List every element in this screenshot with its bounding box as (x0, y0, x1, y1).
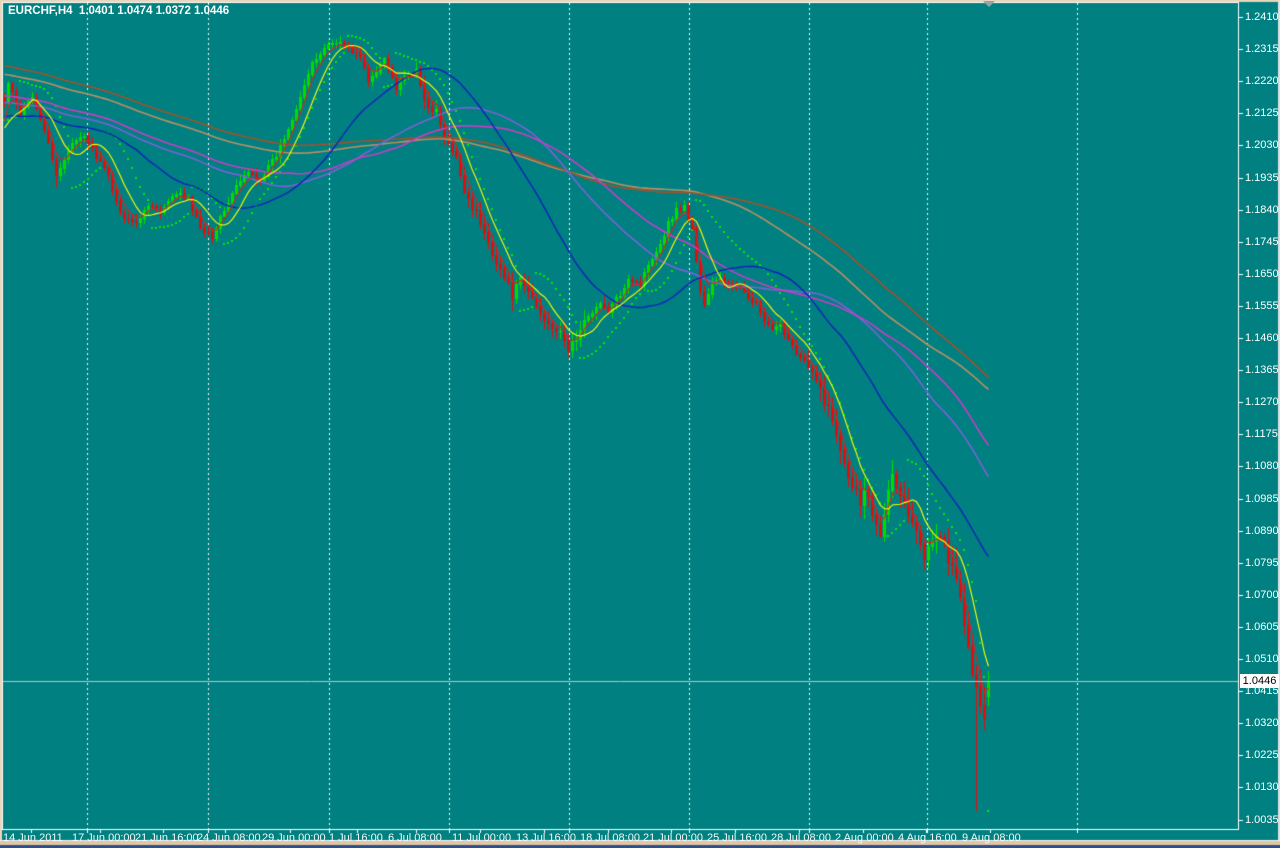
price-axis-label: 1.0795 (1245, 556, 1279, 569)
price-axis-label: 1.2315 (1245, 43, 1279, 56)
price-axis-label: 1.1365 (1245, 364, 1279, 377)
price-axis-label: 1.2030 (1245, 139, 1279, 152)
price-axis-label: 1.0510 (1245, 653, 1279, 665)
chart-title-ohlc: EURCHF,H4 1.0401 1.0474 1.0372 1.0446 (8, 5, 230, 17)
mt4-chart-window: EURCHF,H4 1.0401 1.0474 1.0372 1.0446 1.… (0, 0, 1280, 848)
price-axis-label: 1.0985 (1245, 492, 1279, 505)
time-axis-label: 21 Jun 16:00 (135, 832, 199, 844)
time-axis-label: 1 Jul 16:00 (329, 832, 383, 844)
current-price-tag: 1.0446 (1240, 673, 1279, 688)
time-axis-label: 2 Aug 00:00 (835, 832, 894, 844)
time-axis-label: 4 Aug 16:00 (898, 832, 957, 844)
time-axis-label: 13 Jul 16:00 (516, 832, 576, 844)
price-axis-label: 1.0035 (1245, 813, 1279, 826)
time-axis-label: 29 Jun 00:00 (262, 832, 326, 844)
price-axis-label: 1.1080 (1245, 460, 1279, 473)
price-chart-canvas[interactable] (0, 0, 1280, 848)
time-axis-label: 21 Jul 00:00 (643, 832, 703, 844)
price-axis-label: 1.2220 (1245, 75, 1279, 88)
price-axis-label: 1.1745 (1245, 235, 1279, 248)
price-axis-label: 1.1175 (1245, 428, 1278, 441)
time-axis-label: 9 Aug 08:00 (962, 832, 1021, 844)
time-axis-label: 14 Jun 2011 (3, 832, 63, 844)
time-axis-label: 6 Jul 08:00 (388, 832, 442, 844)
price-axis-label: 1.0890 (1245, 524, 1279, 537)
time-axis-label: 28 Jul 08:00 (771, 832, 831, 844)
price-axis-label: 1.2410 (1245, 11, 1279, 23)
price-axis-label: 1.1935 (1245, 171, 1279, 184)
price-axis[interactable] (1238, 0, 1280, 830)
price-axis-label: 1.1840 (1245, 203, 1279, 216)
price-axis-label: 1.2125 (1245, 107, 1279, 120)
time-axis-label: 25 Jul 16:00 (707, 832, 767, 844)
price-axis-label: 1.0320 (1245, 717, 1279, 730)
price-axis-label: 1.1270 (1245, 396, 1279, 409)
time-axis-label: 24 Jun 08:00 (197, 832, 261, 844)
price-axis-label: 1.1650 (1245, 267, 1279, 280)
chart-shift-arrow-icon[interactable] (983, 1, 995, 7)
price-axis-label: 1.0605 (1245, 620, 1279, 633)
price-axis-label: 1.1555 (1245, 299, 1279, 312)
time-axis-label: 11 Jul 00:00 (452, 832, 512, 844)
price-axis-label: 1.0700 (1245, 588, 1279, 601)
price-axis-label: 1.0225 (1245, 749, 1279, 762)
time-axis-label: 17 Jun 00:00 (72, 832, 136, 844)
time-axis-label: 18 Jul 08:00 (580, 832, 640, 844)
price-axis-label: 1.1460 (1245, 332, 1279, 344)
price-axis-label: 1.0130 (1245, 781, 1279, 794)
